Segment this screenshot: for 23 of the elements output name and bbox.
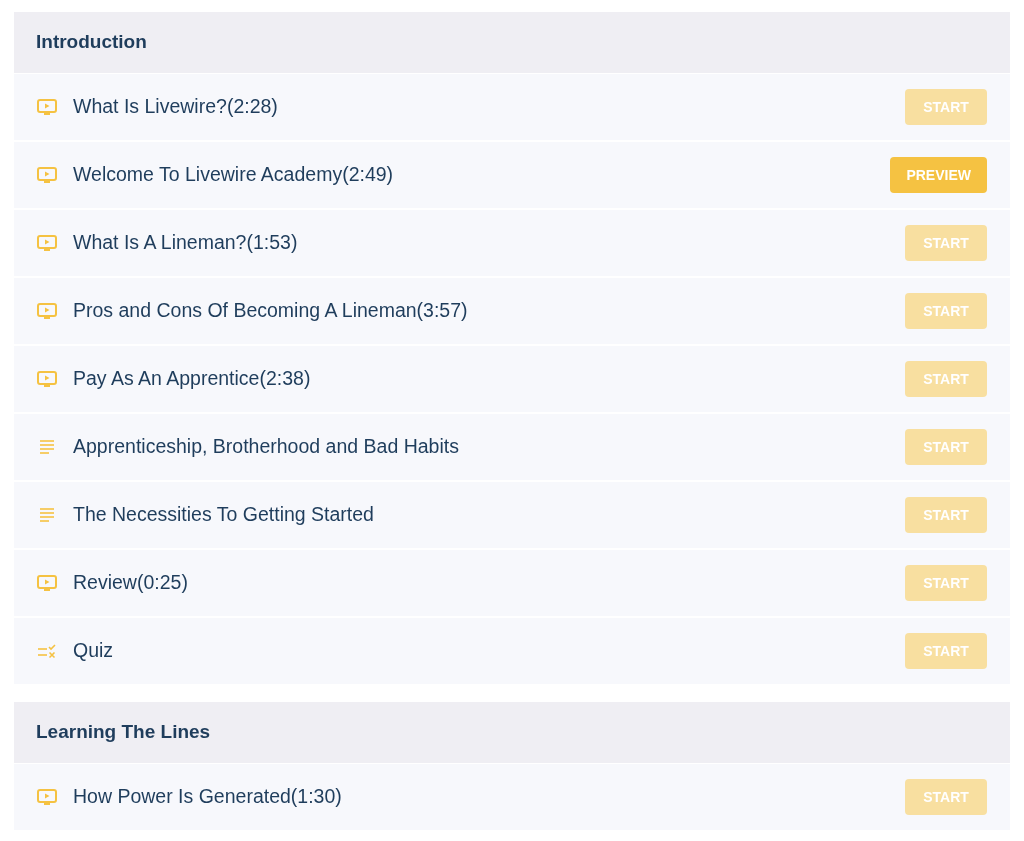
lesson-title: Pay As An Apprentice(2:38) <box>73 366 312 392</box>
lesson-title: Welcome To Livewire Academy(2:49) <box>73 162 395 188</box>
video-icon <box>37 234 57 252</box>
lesson-title: Apprenticeship, Brotherhood and Bad Habits <box>73 434 460 460</box>
video-icon <box>37 302 57 320</box>
lesson-title: Pros and Cons Of Becoming A Lineman(3:57) <box>73 298 469 324</box>
video-icon <box>37 788 57 806</box>
lesson-title: How Power Is Generated(1:30) <box>73 784 343 810</box>
video-icon <box>37 574 57 592</box>
section-header: Introduction <box>14 12 1010 74</box>
quiz-icon <box>37 642 57 660</box>
lesson-row[interactable]: Welcome To Livewire Academy(2:49) PREVIEW <box>14 142 1010 210</box>
video-icon <box>37 98 57 116</box>
lesson-title: Review(0:25) <box>73 570 189 596</box>
lesson-title: What Is A Lineman?(1:53) <box>73 230 299 256</box>
lesson-title: The Necessities To Getting Started <box>73 502 375 528</box>
lesson-title: Quiz <box>73 638 115 664</box>
text-icon <box>37 438 57 456</box>
video-icon <box>37 166 57 184</box>
text-icon <box>37 506 57 524</box>
video-icon <box>37 370 57 388</box>
section-header: Learning The Lines <box>14 702 1010 764</box>
lesson-title: What Is Livewire?(2:28) <box>73 94 279 120</box>
